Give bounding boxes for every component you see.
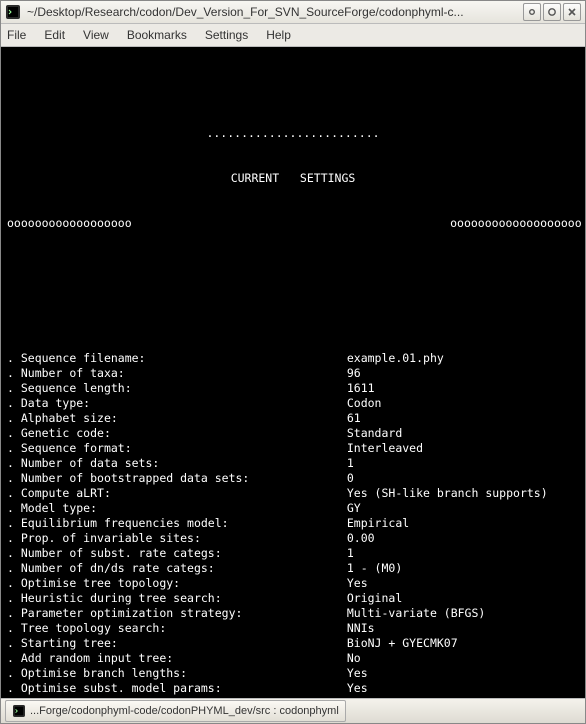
setting-value: Standard [347,426,579,441]
setting-key: Optimise tree topology: [21,576,347,591]
taskbar: ...Forge/codonphyml-code/codonPHYML_dev/… [1,698,585,723]
setting-key: Prop. of invariable sites: [21,531,347,546]
setting-value: example.01.phy [347,351,579,366]
setting-key: Equilibrium frequencies model: [21,516,347,531]
setting-key: Starting tree: [21,636,347,651]
setting-key: Model type: [21,501,347,516]
minimize-button[interactable] [523,3,541,21]
maximize-button[interactable] [543,3,561,21]
setting-row: . Parameter optimization strategy:Multi-… [7,606,579,621]
setting-value: 1 [347,456,579,471]
setting-row: . Number of taxa:96 [7,366,579,381]
setting-row: . Sequence length:1611 [7,381,579,396]
taskbar-label: ...Forge/codonphyml-code/codonPHYML_dev/… [30,705,339,717]
setting-row: . Matrix exponential:Eigenvalue problem [7,696,579,698]
menu-help[interactable]: Help [266,28,291,42]
setting-value: 1 - (M0) [347,561,579,576]
setting-key: Sequence length: [21,381,347,396]
window-controls [523,3,581,21]
setting-value: Yes [347,666,579,681]
setting-key: Number of data sets: [21,456,347,471]
setting-value: Multi-variate (BFGS) [347,606,579,621]
setting-key: Optimise subst. model params: [21,681,347,696]
setting-row: . Heuristic during tree search:Original [7,591,579,606]
setting-value: Yes [347,681,579,696]
setting-value: NNIs [347,621,579,636]
setting-value: 61 [347,411,579,426]
terminal-icon [5,4,21,20]
menu-edit[interactable]: Edit [44,28,65,42]
setting-value: Yes [347,576,579,591]
window-title: ~/Desktop/Research/codon/Dev_Version_For… [27,5,523,19]
setting-value: Interleaved [347,441,579,456]
menu-bookmarks[interactable]: Bookmarks [127,28,187,42]
setting-value: 1 [347,546,579,561]
header-dots: ......................... [7,126,579,141]
setting-row: . Sequence filename:example.01.phy [7,351,579,366]
close-button[interactable] [563,3,581,21]
setting-row: . Starting tree:BioNJ + GYECMK07 [7,636,579,651]
setting-value: 1611 [347,381,579,396]
setting-row: . Genetic code:Standard [7,426,579,441]
setting-key: Matrix exponential: [21,696,347,698]
setting-value: Eigenvalue problem [347,696,579,698]
setting-row: . Number of dn/ds rate categs:1 - (M0) [7,561,579,576]
setting-value: Original [347,591,579,606]
setting-key: Sequence format: [21,441,347,456]
setting-row: . Prop. of invariable sites:0.00 [7,531,579,546]
header-title: CURRENT SETTINGS [7,171,579,186]
setting-key: Add random input tree: [21,651,347,666]
setting-key: Number of subst. rate categs: [21,546,347,561]
setting-row: . Number of data sets:1 [7,456,579,471]
setting-key: Optimise branch lengths: [21,666,347,681]
setting-key: Compute aLRT: [21,486,347,501]
setting-row: . Add random input tree:No [7,651,579,666]
menu-settings[interactable]: Settings [205,28,248,42]
setting-value: Codon [347,396,579,411]
setting-key: Parameter optimization strategy: [21,606,347,621]
setting-row: . Optimise tree topology:Yes [7,576,579,591]
setting-value: Empirical [347,516,579,531]
setting-row: . Tree topology search:NNIs [7,621,579,636]
setting-value: Yes (SH-like branch supports) [347,486,579,501]
setting-row: . Number of subst. rate categs:1 [7,546,579,561]
setting-key: Number of dn/ds rate categs: [21,561,347,576]
setting-value: GY [347,501,579,516]
setting-key: Heuristic during tree search: [21,591,347,606]
menu-file[interactable]: File [7,28,26,42]
setting-value: BioNJ + GYECMK07 [347,636,579,651]
setting-key: Number of taxa: [21,366,347,381]
setting-key: Genetic code: [21,426,347,441]
app-window: ~/Desktop/Research/codon/Dev_Version_For… [0,0,586,724]
setting-row: . Equilibrium frequencies model:Empirica… [7,516,579,531]
setting-row: . Sequence format:Interleaved [7,441,579,456]
setting-key: Data type: [21,396,347,411]
setting-row: . Compute aLRT:Yes (SH-like branch suppo… [7,486,579,501]
setting-row: . Data type:Codon [7,396,579,411]
setting-key: Sequence filename: [21,351,347,366]
header-ruler: oooooooooooooooooo ooooooooooooooooooo [7,216,579,231]
taskbar-button[interactable]: ...Forge/codonphyml-code/codonPHYML_dev/… [5,700,346,722]
setting-row: . Number of bootstrapped data sets:0 [7,471,579,486]
titlebar[interactable]: ~/Desktop/Research/codon/Dev_Version_For… [1,1,585,24]
setting-value: 0.00 [347,531,579,546]
setting-row: . Model type:GY [7,501,579,516]
setting-key: Tree topology search: [21,621,347,636]
setting-row: . Optimise branch lengths:Yes [7,666,579,681]
setting-row: . Optimise subst. model params:Yes [7,681,579,696]
setting-value: 0 [347,471,579,486]
setting-value: 96 [347,366,579,381]
setting-row: . Alphabet size:61 [7,411,579,426]
menu-view[interactable]: View [83,28,109,42]
terminal-area[interactable]: ......................... CURRENT SETTIN… [1,47,585,698]
setting-key: Number of bootstrapped data sets: [21,471,347,486]
terminal-icon [12,704,26,718]
menubar: File Edit View Bookmarks Settings Help [1,24,585,47]
setting-value: No [347,651,579,666]
setting-key: Alphabet size: [21,411,347,426]
